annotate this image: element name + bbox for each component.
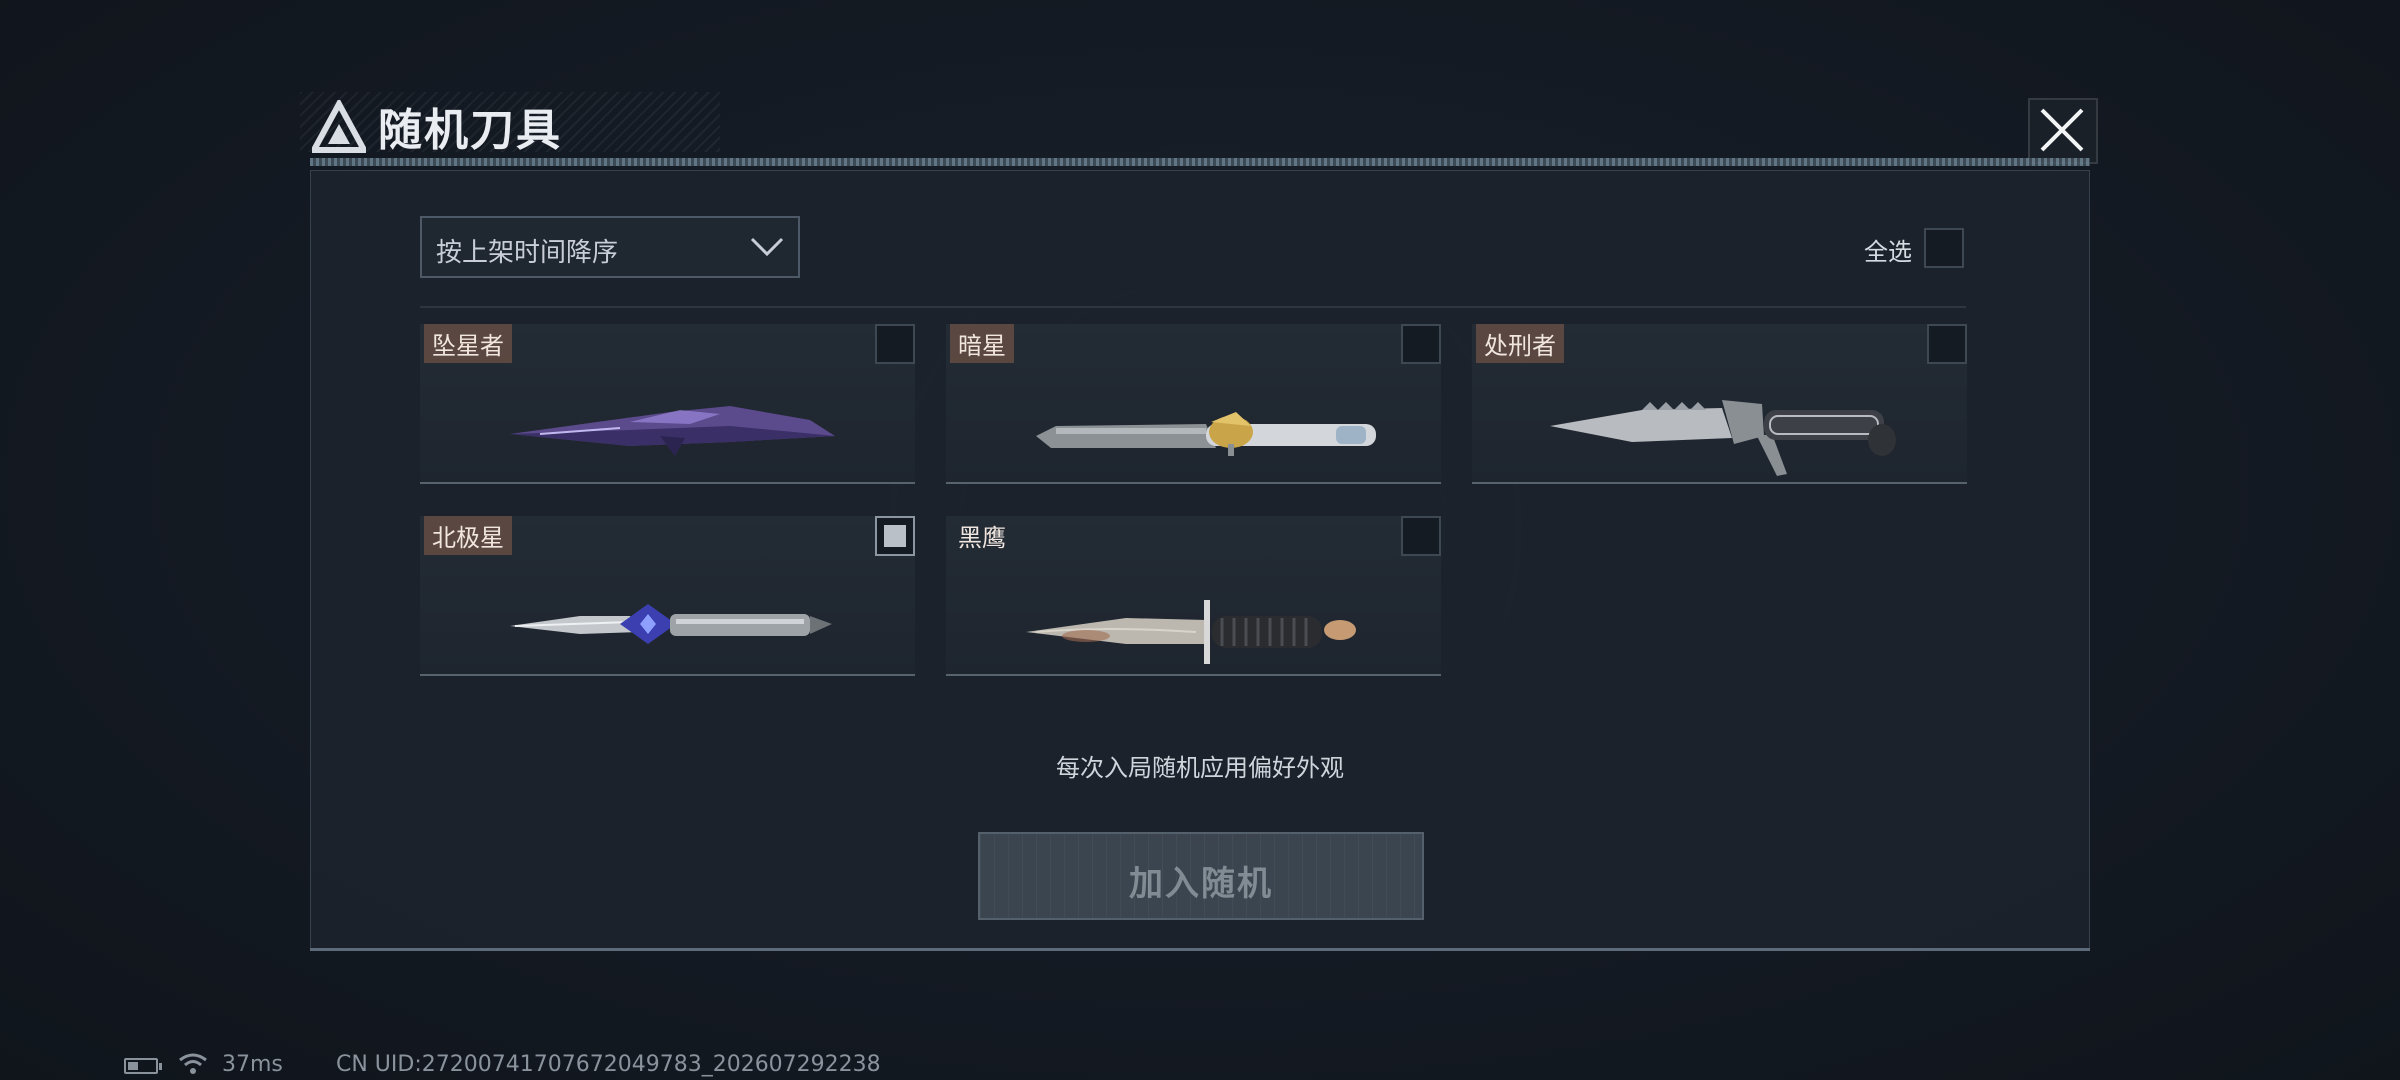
close-icon — [2040, 108, 2084, 152]
knife-checkbox[interactable] — [875, 324, 915, 364]
toolbar-divider — [420, 306, 1966, 308]
battery-tip — [159, 1063, 162, 1070]
ping-value: 37ms — [222, 1052, 283, 1077]
join-random-button-label: 加入随机 — [1129, 864, 1273, 904]
select-all-label: 全选 — [1864, 238, 1912, 266]
knife-checkbox[interactable] — [875, 516, 915, 556]
knife-card[interactable]: 北极星 — [420, 516, 915, 676]
knife-name: 处刑者 — [1476, 324, 1564, 363]
sort-dropdown-value: 按上架时间降序 — [436, 238, 619, 268]
battery-icon — [124, 1058, 158, 1074]
knife-card[interactable]: 坠星者 — [420, 324, 915, 484]
panel-bottom-border — [310, 948, 2090, 951]
knife-card[interactable]: 黑鹰 — [946, 516, 1441, 676]
wifi-icon — [179, 1053, 207, 1074]
sort-dropdown[interactable]: 按上架时间降序 — [420, 216, 800, 278]
join-random-button[interactable]: 加入随机 — [978, 832, 1424, 920]
knife-name: 黑鹰 — [958, 524, 1006, 552]
knife-name: 坠星者 — [424, 324, 512, 363]
knife-card[interactable]: 处刑者 — [1472, 324, 1967, 484]
dialog-title: 随机刀具 — [378, 105, 562, 156]
knife-checkbox[interactable] — [1927, 324, 1967, 364]
select-all-checkbox[interactable] — [1924, 228, 1964, 268]
knife-name: 暗星 — [950, 324, 1014, 363]
chevron-down-icon — [750, 237, 784, 257]
hint-text: 每次入局随机应用偏好外观 — [1056, 754, 1344, 782]
knife-image-falling-star — [510, 406, 835, 456]
knife-checkbox[interactable] — [1401, 324, 1441, 364]
knife-card[interactable]: 暗星 — [946, 324, 1441, 484]
close-button[interactable] — [2028, 98, 2098, 164]
knife-name: 北极星 — [424, 516, 512, 555]
knife-image-dark-star — [1036, 412, 1376, 456]
logo-icon — [312, 100, 366, 153]
knife-checkbox[interactable] — [1401, 516, 1441, 556]
knife-image-polaris — [510, 604, 832, 644]
header-divider — [310, 158, 2090, 166]
knife-image-executioner — [1550, 400, 1896, 476]
knife-image-black-hawk — [1026, 600, 1356, 664]
user-uid: CN UID:27200741707672049783_202607292238 — [336, 1052, 881, 1077]
